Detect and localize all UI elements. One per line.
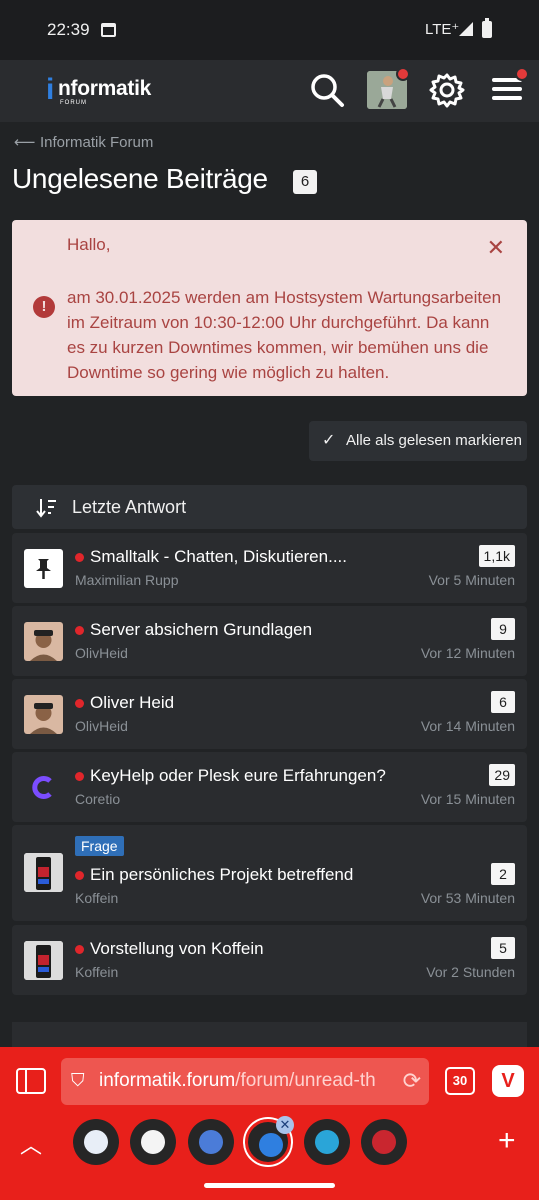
user-avatar-coretio [24, 768, 63, 807]
gear-icon[interactable] [429, 72, 465, 108]
panel-toggle-icon[interactable] [16, 1068, 46, 1094]
thread-item[interactable]: Smalltalk - Chatten, Diskutieren.... Max… [12, 533, 527, 603]
thread-item[interactable]: Server absichern Grundlagen OlivHeid 9 V… [12, 606, 527, 676]
reply-count: 29 [489, 764, 515, 786]
thread-author[interactable]: OlivHeid [75, 645, 128, 661]
reply-count: 2 [491, 863, 515, 885]
gesture-bar[interactable] [204, 1183, 335, 1188]
logo-subtitle: FORUM [60, 100, 87, 106]
address-bar[interactable]: ⛉ informatik.forum/forum/unread-th ⟳ [61, 1058, 429, 1105]
user-avatar-olivheid [24, 622, 63, 661]
sort-label: Letzte Antwort [72, 497, 187, 517]
clock: 22:39 [47, 20, 90, 39]
tab-favicon-icon [141, 1130, 165, 1154]
signal-icon [459, 22, 473, 36]
last-reply-time[interactable]: Vor 5 Minuten [429, 572, 515, 588]
user-avatar-olivheid [24, 695, 63, 734]
alert-body: am 30.01.2025 werden am Hostsystem Wartu… [67, 288, 502, 382]
reply-count: 6 [491, 691, 515, 713]
sort-descending-icon [36, 499, 56, 518]
reply-count: 5 [491, 937, 515, 959]
thread-title[interactable]: Ein persönliches Projekt betreffend [90, 865, 353, 885]
unread-dot [75, 626, 84, 635]
breadcrumb-label: Informatik Forum [40, 134, 154, 151]
logo-i: i [46, 73, 55, 106]
mark-all-read-label: Alle als gelesen markieren [346, 432, 522, 449]
tab-bar-tab[interactable] [73, 1119, 119, 1165]
page-title: Ungelesene Beiträge [12, 163, 268, 194]
thread-item[interactable]: KeyHelp oder Plesk eure Erfahrungen? Cor… [12, 752, 527, 822]
thread-item[interactable]: Frage Ein persönliches Projekt betreffen… [12, 825, 527, 921]
close-icon[interactable]: ✕ [487, 235, 505, 261]
tab-bar-tab[interactable] [130, 1119, 176, 1165]
tab-favicon-icon [199, 1130, 223, 1154]
close-tab-icon[interactable]: ✕ [276, 1116, 294, 1134]
thread-author[interactable]: Maximilian Rupp [75, 572, 178, 588]
reply-count: 1,1k [478, 545, 515, 567]
maintenance-alert: ! ✕ Hallo, am 30.01.2025 werden am Hosts… [12, 220, 527, 396]
logo-text: nformatik [58, 77, 151, 100]
shield-icon[interactable]: ⛉ [71, 1070, 85, 1091]
thread-author[interactable]: Koffein [75, 890, 118, 906]
user-avatar-koffein [24, 941, 63, 980]
thread-item[interactable]: Oliver Heid OlivHeid 6 Vor 14 Minuten [12, 679, 527, 749]
back-arrow-icon: ⟵ [14, 134, 36, 151]
reload-icon[interactable]: ⟳ [403, 1068, 421, 1094]
tab-bar-tab[interactable] [361, 1119, 407, 1165]
checkmark-icon: ✓ [322, 432, 336, 449]
vivaldi-menu-icon[interactable]: V [492, 1065, 524, 1097]
alert-exclamation-icon: ! [33, 296, 55, 318]
last-reply-time[interactable]: Vor 53 Minuten [421, 890, 515, 906]
unread-dot [75, 699, 84, 708]
thread-author[interactable]: Coretio [75, 791, 120, 807]
search-icon[interactable] [309, 72, 345, 108]
thread-author[interactable]: OlivHeid [75, 718, 128, 734]
tab-favicon-icon [315, 1130, 339, 1154]
tab-switcher-button[interactable]: 30 [445, 1067, 475, 1095]
thread-author[interactable]: Koffein [75, 964, 118, 980]
footer-strip [12, 1022, 527, 1047]
url-path: /forum/unread-th [235, 1070, 376, 1091]
chevron-up-icon[interactable]: ︿ [20, 1128, 42, 1160]
thread-title[interactable]: Smalltalk - Chatten, Diskutieren.... [90, 547, 347, 567]
sort-selector[interactable]: Letzte Antwort [12, 485, 527, 529]
reply-count: 9 [491, 618, 515, 640]
last-reply-time[interactable]: Vor 2 Stunden [426, 964, 515, 980]
unread-dot [75, 772, 84, 781]
tab-bar-tab[interactable] [304, 1119, 350, 1165]
new-tab-plus-icon[interactable]: + [498, 1124, 516, 1158]
unread-count-badge: 6 [293, 170, 317, 194]
thread-title[interactable]: KeyHelp oder Plesk eure Erfahrungen? [90, 766, 386, 786]
url-host: informatik.forum [99, 1070, 236, 1091]
tab-bar-tab[interactable] [188, 1119, 234, 1165]
thread-title[interactable]: Vorstellung von Koffein [90, 939, 264, 959]
thread-item[interactable]: Vorstellung von Koffein Koffein 5 Vor 2 … [12, 925, 527, 995]
user-avatar-koffein [24, 853, 63, 892]
last-reply-time[interactable]: Vor 15 Minuten [421, 791, 515, 807]
mark-all-read-button[interactable]: ✓ Alle als gelesen markieren [309, 421, 527, 461]
thread-title[interactable]: Server absichern Grundlagen [90, 620, 312, 640]
notification-dot [396, 67, 410, 81]
unread-dot [75, 553, 84, 562]
breadcrumb[interactable]: ⟵ Informatik Forum [14, 133, 153, 151]
menu-notification-dot [515, 67, 529, 81]
network-label: LTE⁺ [425, 21, 460, 38]
tab-favicon-icon [259, 1133, 283, 1157]
tab-bar-tab-active[interactable]: ✕ [245, 1116, 294, 1165]
unread-dot [75, 945, 84, 954]
battery-icon [482, 18, 492, 38]
pin-icon [24, 549, 63, 588]
status-bar: 22:39 LTE⁺ [0, 0, 539, 60]
thread-tag-frage[interactable]: Frage [75, 836, 124, 856]
alert-greeting: Hallo, [67, 235, 111, 254]
calendar-icon [101, 23, 116, 37]
unread-dot [75, 871, 84, 880]
thread-title[interactable]: Oliver Heid [90, 693, 174, 713]
last-reply-time[interactable]: Vor 12 Minuten [421, 645, 515, 661]
last-reply-time[interactable]: Vor 14 Minuten [421, 718, 515, 734]
tab-favicon-icon [372, 1130, 396, 1154]
tab-favicon-icon [84, 1130, 108, 1154]
